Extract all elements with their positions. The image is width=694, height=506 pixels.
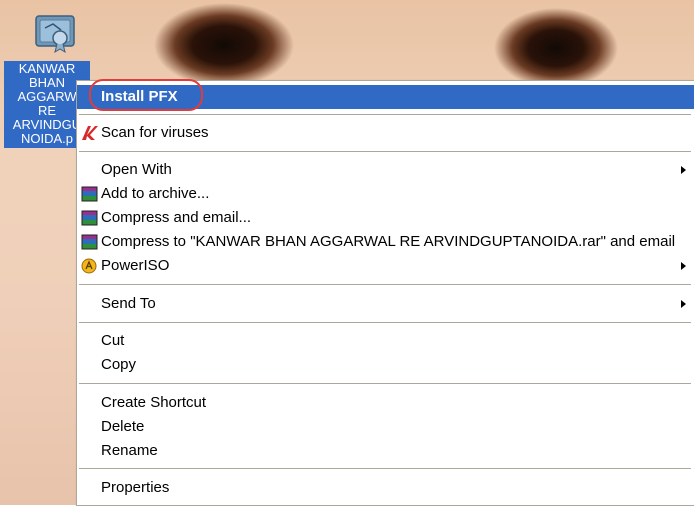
certificate-file-icon[interactable] [33, 10, 77, 54]
menu-item-rename[interactable]: Rename [77, 439, 694, 463]
menu-item-label: Copy [101, 356, 137, 373]
winrar-books-icon [81, 186, 99, 202]
menu-separator [79, 322, 691, 323]
menu-item-label: Properties [101, 479, 170, 496]
winrar-books-icon [81, 234, 99, 250]
menu-item-create-shortcut[interactable]: Create Shortcut [77, 391, 694, 415]
context-menu: Install PFX Scan for viruses Open With A… [76, 80, 694, 506]
menu-item-cut[interactable]: Cut [77, 329, 694, 353]
menu-item-compress-and-email[interactable]: Compress and email... [77, 206, 694, 230]
menu-item-label: Delete [101, 418, 145, 435]
menu-separator [79, 114, 691, 115]
menu-separator [79, 383, 691, 384]
menu-item-delete[interactable]: Delete [77, 415, 694, 439]
menu-item-scan-viruses[interactable]: Scan for viruses [77, 121, 694, 145]
winrar-books-icon [81, 210, 99, 226]
menu-item-compress-to-rar-and-email[interactable]: Compress to "KANWAR BHAN AGGARWAL RE ARV… [77, 230, 694, 254]
menu-item-label: PowerISO [101, 257, 170, 274]
menu-item-label: Cut [101, 332, 125, 349]
caption-line: KANWAR [18, 62, 76, 76]
menu-item-label: Compress to "KANWAR BHAN AGGARWAL RE ARV… [101, 233, 676, 250]
menu-item-copy[interactable]: Copy [77, 353, 694, 377]
menu-item-properties[interactable]: Properties [77, 476, 694, 500]
antivirus-k-icon [81, 125, 99, 141]
menu-item-label: Scan for viruses [101, 124, 209, 141]
menu-item-poweriso[interactable]: PowerISO [77, 254, 694, 278]
menu-separator [79, 151, 691, 152]
menu-item-label: Send To [101, 295, 156, 312]
menu-item-send-to[interactable]: Send To [77, 292, 694, 316]
red-highlight-annotation [89, 79, 203, 111]
menu-item-label: Open With [101, 161, 172, 178]
menu-item-label: Compress and email... [101, 209, 252, 226]
menu-item-add-to-archive[interactable]: Add to archive... [77, 182, 694, 206]
menu-item-open-with[interactable]: Open With [77, 158, 694, 182]
menu-item-label: Add to archive... [101, 185, 210, 202]
submenu-arrow-icon [681, 300, 686, 308]
menu-separator [79, 284, 691, 285]
menu-item-label: Create Shortcut [101, 394, 207, 411]
poweriso-icon [81, 258, 99, 274]
menu-item-label: Rename [101, 442, 158, 459]
menu-separator [79, 468, 691, 469]
submenu-arrow-icon [681, 262, 686, 270]
submenu-arrow-icon [681, 166, 686, 174]
